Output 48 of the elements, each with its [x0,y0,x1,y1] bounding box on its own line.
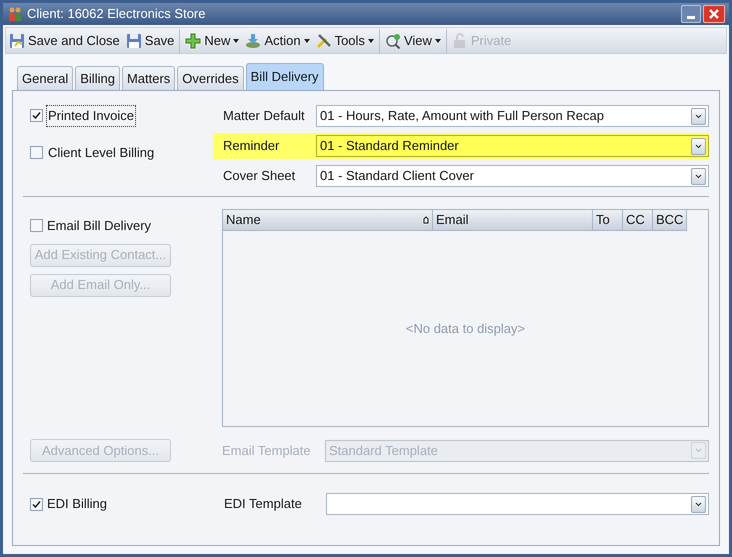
tab[interactable]: Bill Delivery [246,63,324,90]
checkbox-label: Client Level Billing [47,144,156,162]
tab[interactable]: Matters [122,66,176,90]
column-header[interactable]: CC [623,210,653,231]
checkbox[interactable] [30,109,43,122]
download-icon [245,32,262,48]
dropdown[interactable]: 01 - Standard Client Cover [316,165,709,187]
checkbox-label: EDI Billing [47,495,107,514]
tools-icon [316,32,332,48]
caret-icon [304,38,310,42]
toolbar-button[interactable]: Action [242,28,313,52]
toolbar-button[interactable]: New [182,28,242,52]
tab[interactable]: Overrides [177,66,244,90]
toolbar-button[interactable]: Tools [312,28,380,52]
checkbox[interactable] [30,219,43,232]
field-label: Email Template [222,442,312,460]
caret-icon [434,38,441,42]
checkbox[interactable] [30,146,43,159]
toolbar-button[interactable]: Save [122,28,180,52]
close-icon [709,9,719,19]
sort-icon [423,216,429,224]
checkbox-label: Printed Invoice [47,106,135,126]
dropdown[interactable]: 01 - Standard Reminder [316,135,709,157]
column-header[interactable]: Name [223,210,433,231]
checkbox-label: Email Bill Delivery [47,217,152,235]
checkbox[interactable] [30,498,43,510]
toolbar-button[interactable]: View [382,28,447,52]
caret-icon [368,38,374,42]
column-header[interactable]: To [593,210,623,231]
field-label: Matter Default [223,107,306,126]
empty-message: <No data to display> [406,320,526,338]
field-label: Cover Sheet [223,167,296,186]
close-button[interactable] [703,5,725,23]
people-icon [7,6,23,22]
column-header[interactable]: Email [433,210,593,231]
tab[interactable]: General [17,66,74,90]
window-title: Client: 16062 Electronics Store [27,5,206,24]
magnifier-icon [384,32,401,48]
field-label: Reminder [223,137,280,156]
column-header[interactable]: BCC [653,210,688,231]
padlock-icon [452,32,468,48]
toolbar-button[interactable]: Save and Close [6,28,123,52]
tab[interactable]: Billing [75,66,120,90]
plus-icon [185,32,202,48]
dropdown[interactable]: 01 - Hours, Rate, Amount with Full Person Recap [316,105,709,127]
minimize-button[interactable] [681,5,701,23]
field-label: EDI Template [224,495,303,514]
caret-icon [233,38,240,42]
